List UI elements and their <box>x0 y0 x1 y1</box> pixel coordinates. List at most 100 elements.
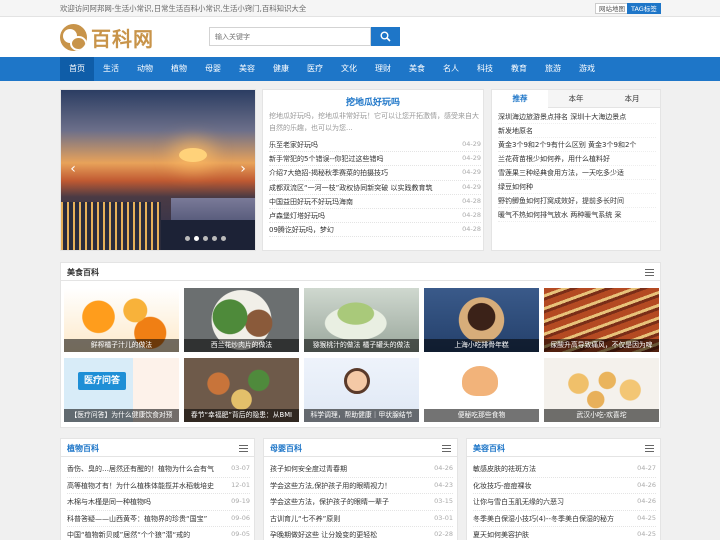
thumb-caption[interactable]: 便秘吃那些食物 <box>424 409 539 422</box>
list-item[interactable]: 孩子如何安全度过青春期 04-26 <box>270 461 453 478</box>
nav-item[interactable]: 动物 <box>128 57 162 81</box>
food-thumb[interactable]: 鲜榨橘子汁儿的做法 <box>64 288 179 352</box>
list-item[interactable]: 深圳海边旅游景点排名 深圳十大海边景点 <box>498 110 656 124</box>
nav-item[interactable]: 生活 <box>94 57 128 81</box>
food-thumb[interactable]: 医疗问答 【医疗问答】为什么健康饮食对预 <box>64 358 179 422</box>
tag-link[interactable]: TAG标签 <box>627 3 661 14</box>
slider-dot[interactable] <box>203 236 208 241</box>
list-item[interactable]: 兰花荷苗根少如何养，用什么植料好 <box>498 152 656 166</box>
food-thumb[interactable]: 武汉小吃-欢喜坨 <box>544 358 659 422</box>
list-item[interactable]: 冬季美白保湿小技巧(4)--冬季美白保湿的秘方 04-25 <box>473 511 656 527</box>
item-title[interactable]: 让你与雪白玉肌无缘的六恶习 <box>473 497 623 507</box>
section-title[interactable]: 美食百科 <box>67 267 99 278</box>
list-item[interactable]: 古训育儿“七不养”原则 03-01 <box>270 511 453 527</box>
nav-item[interactable]: 首页 <box>60 57 94 81</box>
search-input[interactable] <box>209 27 371 46</box>
nav-item[interactable]: 科技 <box>468 57 502 81</box>
thumb-caption[interactable]: 武汉小吃-欢喜坨 <box>544 409 659 422</box>
item-title[interactable]: 孩子如何安全度过青春期 <box>270 464 420 474</box>
list-item[interactable]: 中国“植物新贝威”居然“个个狼”潜“戒的 09-05 <box>67 527 250 540</box>
list-item[interactable]: 成都双流区“一河一枝”政权协同新突破 以实践教育筑 04-29 <box>269 181 481 195</box>
list-item[interactable]: 雪莲果三种经典食用方法，一天吃多少适 <box>498 166 656 180</box>
nav-item[interactable]: 游戏 <box>570 57 604 81</box>
sitemap-link[interactable]: 网站地图 <box>595 3 629 14</box>
list-item[interactable]: 中国益田好玩不好玩玛海南 04-28 <box>269 195 481 209</box>
search-button[interactable] <box>371 27 400 46</box>
food-thumb[interactable]: 西兰花炒肉片的做法 <box>184 288 299 352</box>
list-item[interactable]: 介绍7大绝招-揭秘秋季赛菜的拍摄技巧 04-29 <box>269 166 481 181</box>
item-title[interactable]: 新手常犯的5个错误--你犯过这些错吗 <box>269 154 444 164</box>
list-item[interactable]: 野钓鲫鱼如何打窝成效好，提前多长时间 <box>498 194 656 208</box>
item-title[interactable]: 化妆技巧-痘痘裸妆 <box>473 481 623 491</box>
nav-item[interactable]: 名人 <box>434 57 468 81</box>
list-item[interactable]: 乐至老家好玩吗 04-29 <box>269 138 481 153</box>
item-title[interactable]: 科普答疑——山西黄芩：植物界的珍贵“国宝” <box>67 514 217 524</box>
thumb-caption[interactable]: 鲜榨橘子汁儿的做法 <box>64 339 179 352</box>
item-title[interactable]: 孕晚期做好这些 让分娩变的更轻松 <box>270 530 420 540</box>
item-title[interactable]: 木棉与木槿是同一种植物吗 <box>67 497 217 507</box>
food-thumb[interactable]: 春节“幸福肥”背后的隐患：从BMI <box>184 358 299 422</box>
list-item[interactable]: 学会这些方法，保护孩子的眼睛一辈子 03-15 <box>270 494 453 511</box>
tab-year[interactable]: 本年 <box>548 90 604 108</box>
thumb-caption[interactable]: 春节“幸福肥”背后的隐患：从BMI <box>184 409 299 422</box>
section-title[interactable]: 美容百科 <box>473 443 505 454</box>
nav-item[interactable]: 医疗 <box>298 57 332 81</box>
list-item[interactable]: 黄金3个9和2个9有什么区别 黄金3个9和2个 <box>498 138 656 152</box>
menu-icon[interactable] <box>645 445 654 452</box>
list-item[interactable]: 敏感皮肤的祛斑方法 04-27 <box>473 461 656 478</box>
item-title[interactable]: 冬季美白保湿小技巧(4)--冬季美白保湿的秘方 <box>473 514 623 524</box>
item-title[interactable]: 介绍7大绝招-揭秘秋季赛菜的拍摄技巧 <box>269 168 444 178</box>
item-title[interactable]: 学会这些方法,保护孩子用的眼睛视力！ <box>270 481 420 491</box>
item-title[interactable]: 中国“植物新贝威”居然“个个狼”潜“戒的 <box>67 530 217 540</box>
headline-title[interactable]: 挖地瓜好玩吗 <box>263 95 483 108</box>
list-item[interactable]: 暖气不热如何排气放水 两种暖气系统 采 <box>498 208 656 222</box>
item-title[interactable]: 敏感皮肤的祛斑方法 <box>473 464 623 474</box>
nav-item[interactable]: 健康 <box>264 57 298 81</box>
list-item[interactable]: 新手常犯的5个错误--你犯过这些错吗 04-29 <box>269 152 481 167</box>
item-title[interactable]: 夏天如何美容护肤 <box>473 530 623 540</box>
menu-icon[interactable] <box>442 445 451 452</box>
thumb-caption[interactable]: 尿酸升高导致痛风，不仅是因为啤 <box>544 339 659 352</box>
list-item[interactable]: 香伤、臭的…居然还有醒的！植物为什么会有气 03-07 <box>67 461 250 478</box>
item-title[interactable]: 乐至老家好玩吗 <box>269 140 444 150</box>
item-title[interactable]: 卢森堡灯塔好玩吗 <box>269 211 444 221</box>
list-item[interactable]: 新发地原名 <box>498 124 656 138</box>
nav-item[interactable]: 理财 <box>366 57 400 81</box>
slider-dot[interactable] <box>212 236 217 241</box>
item-title[interactable]: 中国益田好玩不好玩玛海南 <box>269 197 444 207</box>
nav-item[interactable]: 美容 <box>230 57 264 81</box>
nav-item[interactable]: 美食 <box>400 57 434 81</box>
list-item[interactable]: 卢森堡灯塔好玩吗 04-28 <box>269 209 481 224</box>
list-item[interactable]: 让你与雪白玉肌无缘的六恶习 04-26 <box>473 494 656 511</box>
nav-item[interactable]: 文化 <box>332 57 366 81</box>
list-item[interactable]: 孕晚期做好这些 让分娩变的更轻松 02-28 <box>270 527 453 540</box>
thumb-caption[interactable]: 西兰花炒肉片的做法 <box>184 339 299 352</box>
list-item[interactable]: 夏天如何美容护肤 04-25 <box>473 527 656 540</box>
nav-item[interactable]: 教育 <box>502 57 536 81</box>
food-thumb[interactable]: 上海小吃排骨年糕 <box>424 288 539 352</box>
list-item[interactable]: 09腾讫好玩吗，梦幻 04-28 <box>269 223 481 238</box>
item-title[interactable]: 香伤、臭的…居然还有醒的！植物为什么会有气 <box>67 464 217 474</box>
thumb-caption[interactable]: 猕猴桃汁的做法 橘子罐头的做法 <box>304 339 419 352</box>
thumb-caption[interactable]: 【医疗问答】为什么健康饮食对预 <box>64 409 179 422</box>
item-title[interactable]: 高等植物才有！为什么植株体能揽并水稻栽培史 <box>67 481 217 491</box>
food-thumb[interactable]: 科学调理，帮助健康｜甲状腺结节 <box>304 358 419 422</box>
list-item[interactable]: 绿豆如何种 <box>498 180 656 194</box>
thumb-caption[interactable]: 科学调理，帮助健康｜甲状腺结节 <box>304 409 419 422</box>
nav-item[interactable]: 母婴 <box>196 57 230 81</box>
tab-recommend[interactable]: 推荐 <box>492 90 548 108</box>
slider-dot[interactable] <box>221 236 226 241</box>
section-title[interactable]: 母婴百科 <box>270 443 302 454</box>
list-item[interactable]: 化妆技巧-痘痘裸妆 04-26 <box>473 478 656 494</box>
slider-dot[interactable] <box>194 236 199 241</box>
list-item[interactable]: 高等植物才有！为什么植株体能揽并水稻栽培史 12-01 <box>67 478 250 494</box>
food-thumb[interactable]: 尿酸升高导致痛风，不仅是因为啤 <box>544 288 659 352</box>
nav-item[interactable]: 旅游 <box>536 57 570 81</box>
list-item[interactable]: 木棉与木槿是同一种植物吗 09-19 <box>67 494 250 511</box>
section-title[interactable]: 植物百科 <box>67 443 99 454</box>
slider-dot[interactable] <box>185 236 190 241</box>
list-item[interactable]: 学会这些方法,保护孩子用的眼睛视力！ 04-23 <box>270 478 453 494</box>
menu-icon[interactable] <box>239 445 248 452</box>
item-title[interactable]: 成都双流区“一河一枝”政权协同新突破 以实践教育筑 <box>269 183 444 193</box>
food-thumb[interactable]: 便秘吃那些食物 <box>424 358 539 422</box>
